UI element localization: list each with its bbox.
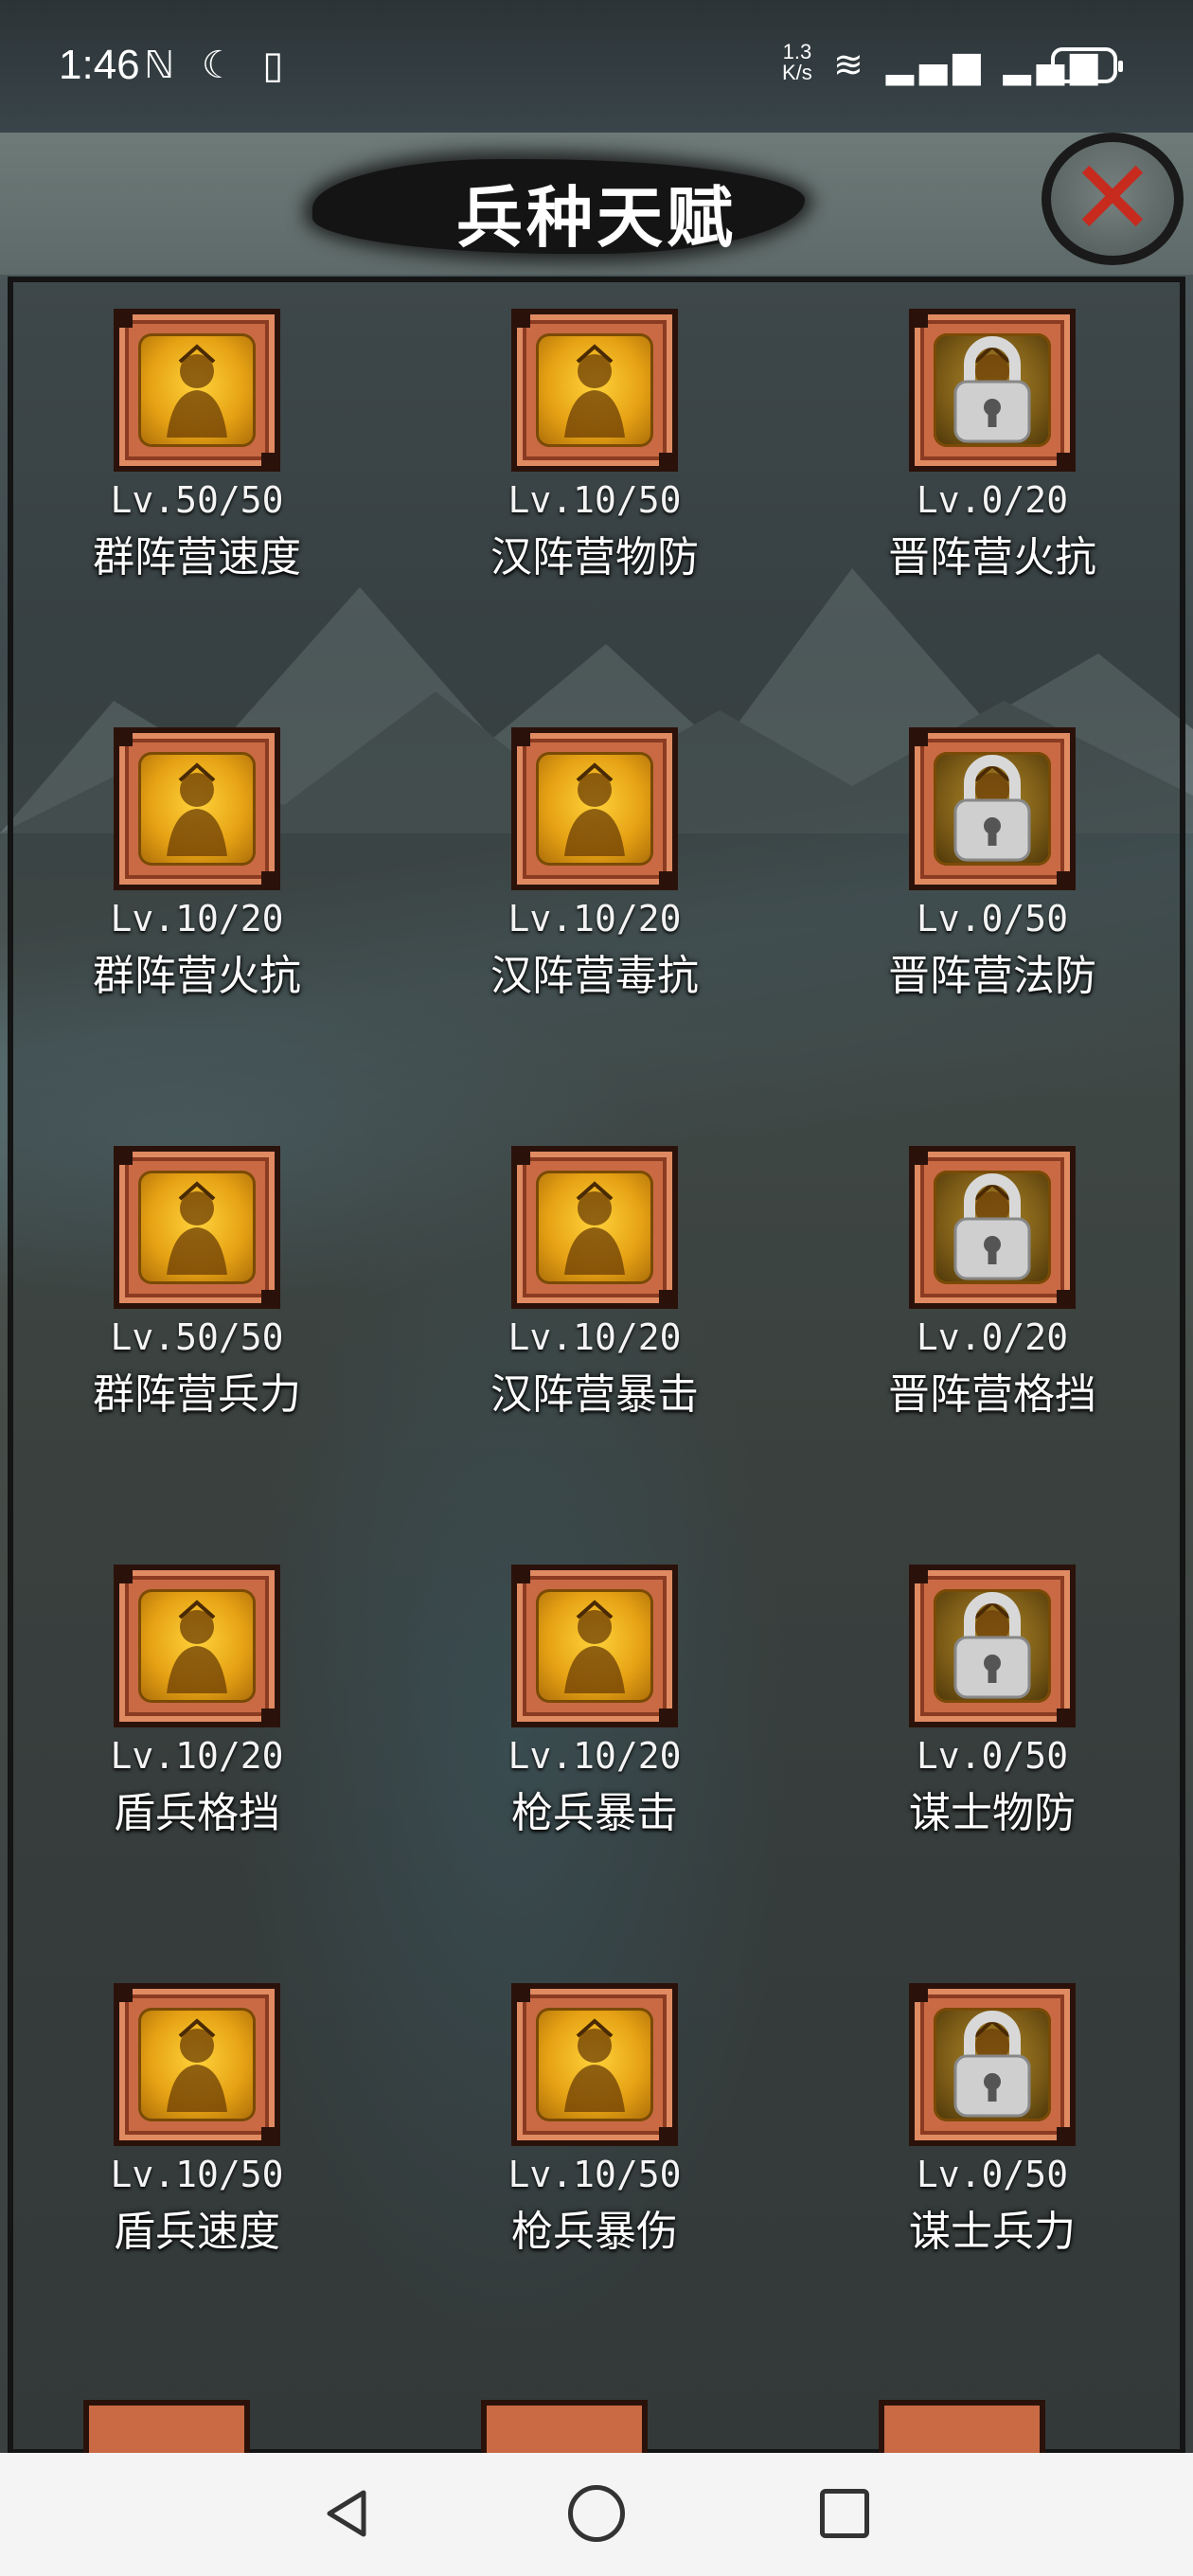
- talent-level: Lv.0/50: [916, 1735, 1069, 1777]
- talent-level: Lv.10/20: [110, 1735, 284, 1777]
- talent-level: Lv.0/50: [916, 898, 1069, 939]
- talent-level: Lv.50/50: [110, 479, 284, 521]
- talent-card[interactable]: Lv.0/50 谋士兵力: [850, 1983, 1134, 2381]
- lock-icon: [934, 333, 1051, 447]
- talent-level: Lv.0/50: [916, 2154, 1069, 2195]
- talent-icon-frame[interactable]: [909, 1983, 1076, 2146]
- talent-card[interactable]: Lv.0/20 晋阵营格挡: [850, 1146, 1134, 1544]
- running-shield-icon: [138, 2008, 256, 2121]
- talent-level: Lv.10/50: [507, 479, 682, 521]
- talent-icon-frame[interactable]: [511, 727, 678, 890]
- talent-grid: Lv.50/50 群阵营速度 Lv.10/50 汉阵营物防 Lv.0/20 晋阵营火抗 Lv…: [0, 0, 1193, 2453]
- talent-card[interactable]: Lv.0/20 晋阵营火抗: [850, 309, 1134, 707]
- talent-level: Lv.10/20: [507, 1735, 682, 1777]
- talent-icon-frame[interactable]: [909, 727, 1076, 890]
- talent-level: Lv.10/20: [507, 1316, 682, 1358]
- general-portrait-icon: [138, 1171, 256, 1284]
- shield-general-icon: [536, 333, 653, 447]
- talent-name: 群阵营火抗: [93, 952, 301, 1000]
- talent-level: Lv.50/50: [110, 1316, 284, 1358]
- talent-icon-frame[interactable]: [511, 1146, 678, 1309]
- talent-icon-frame[interactable]: [114, 1146, 280, 1309]
- talent-card[interactable]: Lv.0/50 谋士物防: [850, 1565, 1134, 1962]
- talent-name: 盾兵速度: [114, 2208, 280, 2256]
- talent-icon-frame[interactable]: [114, 1983, 280, 2146]
- talent-card[interactable]: Lv.10/20 汉阵营毒抗: [453, 727, 737, 1125]
- talent-card-partial[interactable]: [481, 2400, 648, 2457]
- talent-name: 谋士物防: [909, 1789, 1076, 1837]
- talent-card[interactable]: Lv.10/20 枪兵暴击: [453, 1565, 737, 1962]
- talent-icon-frame[interactable]: [909, 1565, 1076, 1727]
- talent-name: 晋阵营火抗: [888, 533, 1096, 581]
- mushroom-icon: [536, 752, 653, 866]
- roaring-warrior-icon: [536, 1171, 653, 1284]
- talent-name: 群阵营速度: [93, 533, 301, 581]
- lock-icon: [934, 2008, 1051, 2121]
- talent-icon-frame[interactable]: [114, 727, 280, 890]
- talent-name: 枪兵暴伤: [511, 2208, 678, 2256]
- lock-icon: [934, 1171, 1051, 1284]
- talent-card[interactable]: Lv.10/20 汉阵营暴击: [453, 1146, 737, 1544]
- lancer-icon: [536, 2008, 653, 2121]
- talent-name: 晋阵营格挡: [888, 1370, 1096, 1419]
- talent-card[interactable]: Lv.10/50 汉阵营物防: [453, 309, 737, 707]
- lock-icon: [934, 1589, 1051, 1703]
- talent-level: Lv.10/20: [507, 898, 682, 939]
- talent-level: Lv.10/20: [110, 898, 284, 939]
- home-icon[interactable]: [568, 2485, 625, 2542]
- talent-icon-frame[interactable]: [511, 309, 678, 472]
- talent-card-partial[interactable]: [879, 2400, 1045, 2457]
- talent-card[interactable]: Lv.10/20 群阵营火抗: [55, 727, 339, 1125]
- talent-level: Lv.10/50: [110, 2154, 284, 2195]
- talent-card[interactable]: Lv.10/50 盾兵速度: [55, 1983, 339, 2381]
- talent-level: Lv.0/20: [916, 479, 1069, 521]
- talent-name: 汉阵营暴击: [490, 1370, 699, 1419]
- talent-icon-frame[interactable]: [114, 309, 280, 472]
- talent-icon-frame[interactable]: [114, 1565, 280, 1727]
- talent-name: 群阵营兵力: [93, 1370, 301, 1419]
- talent-name: 汉阵营物防: [490, 533, 699, 581]
- talent-name: 枪兵暴击: [511, 1789, 678, 1837]
- talent-icon-frame[interactable]: [909, 1146, 1076, 1309]
- talent-icon-frame[interactable]: [511, 1983, 678, 2146]
- talent-card[interactable]: Lv.0/50 晋阵营法防: [850, 727, 1134, 1125]
- talent-card[interactable]: Lv.10/50 枪兵暴伤: [453, 1983, 737, 2381]
- talent-card[interactable]: Lv.10/20 盾兵格挡: [55, 1565, 339, 1962]
- back-icon[interactable]: [322, 2487, 375, 2540]
- talent-name: 盾兵格挡: [114, 1789, 280, 1837]
- talent-card[interactable]: Lv.50/50 群阵营兵力: [55, 1146, 339, 1544]
- lock-icon: [934, 752, 1051, 866]
- spear-strike-icon: [536, 1589, 653, 1703]
- talent-level: Lv.10/50: [507, 2154, 682, 2195]
- talent-card-partial[interactable]: [83, 2400, 250, 2457]
- talent-card[interactable]: Lv.50/50 群阵营速度: [55, 309, 339, 707]
- talent-icon-frame[interactable]: [909, 309, 1076, 472]
- talent-name: 汉阵营毒抗: [490, 952, 699, 1000]
- talent-name: 晋阵营法防: [888, 952, 1096, 1000]
- fire-general-icon: [138, 752, 256, 866]
- talent-icon-frame[interactable]: [511, 1565, 678, 1727]
- talent-name: 谋士兵力: [909, 2208, 1076, 2256]
- recents-icon[interactable]: [820, 2489, 869, 2538]
- shield-soldier-icon: [138, 1589, 256, 1703]
- android-nav-bar: [0, 2453, 1193, 2576]
- talent-level: Lv.0/20: [916, 1316, 1069, 1358]
- spear-warrior-icon: [138, 333, 256, 447]
